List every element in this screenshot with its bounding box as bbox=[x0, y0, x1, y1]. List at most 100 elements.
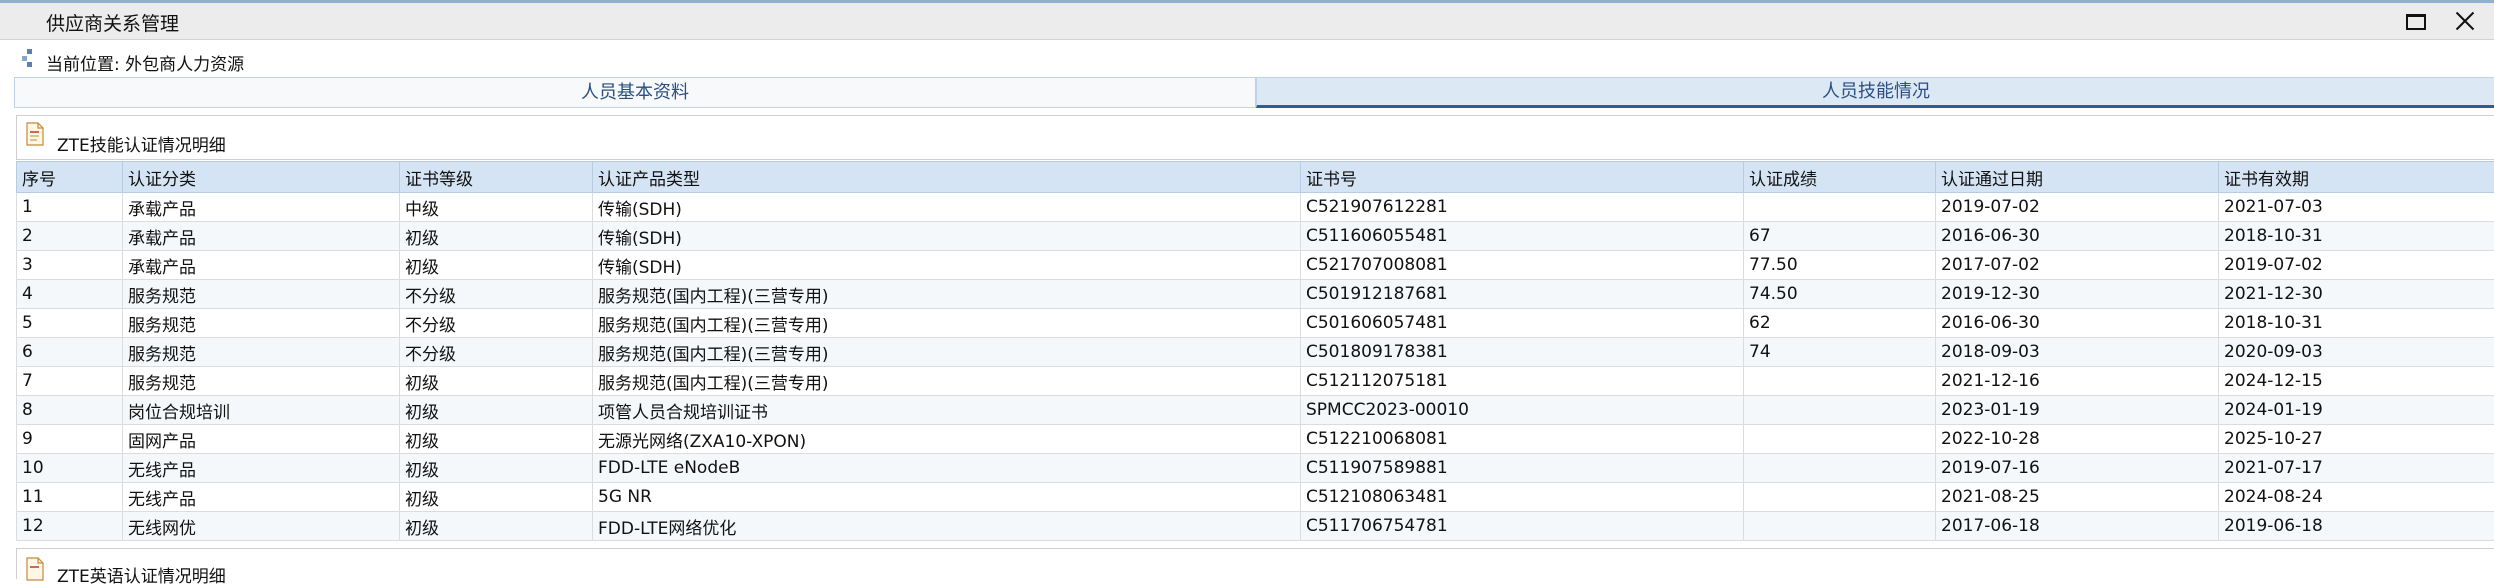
section-header-english-cert: ZTE英语认证情况明细 bbox=[16, 548, 2494, 579]
section-title: ZTE技能认证情况明细 bbox=[57, 131, 226, 156]
table-row[interactable]: 2承载产品初级传输(SDH)C511606055481672016-06-302… bbox=[17, 222, 2494, 251]
cell-cert-number: SPMCC2023-00010 bbox=[1301, 396, 1744, 425]
cell-pass-date: 2019-07-02 bbox=[1936, 193, 2219, 222]
cell-product-type: 服务规范(国内工程)(三营专用) bbox=[593, 309, 1301, 338]
cell-level: 初级 bbox=[400, 396, 593, 425]
cell-score bbox=[1744, 367, 1936, 396]
cell-category: 无线产品 bbox=[123, 483, 400, 512]
col-header-index[interactable]: 序号 bbox=[17, 162, 123, 193]
cell-product-type: FDD-LTE网络优化 bbox=[593, 512, 1301, 541]
cell-expiry: 2019-07-02 bbox=[2219, 251, 2494, 280]
cell-pass-date: 2016-06-30 bbox=[1936, 309, 2219, 338]
cell-category: 无线网优 bbox=[123, 512, 400, 541]
cell-level: 不分级 bbox=[400, 280, 593, 309]
table-row[interactable]: 3承载产品初级传输(SDH)C52170700808177.502017-07-… bbox=[17, 251, 2494, 280]
cell-index: 8 bbox=[17, 396, 123, 425]
col-header-cert-number[interactable]: 证书号 bbox=[1301, 162, 1744, 193]
cell-cert-number: C512210068081 bbox=[1301, 425, 1744, 454]
table-row[interactable]: 6服务规范不分级服务规范(国内工程)(三营专用)C501809178381742… bbox=[17, 338, 2494, 367]
col-header-product-type[interactable]: 认证产品类型 bbox=[593, 162, 1301, 193]
cell-product-type: 服务规范(国内工程)(三营专用) bbox=[593, 280, 1301, 309]
table-row[interactable]: 12无线网优初级FDD-LTE网络优化C5117067547812017-06-… bbox=[17, 512, 2494, 541]
cell-product-type: FDD-LTE eNodeB bbox=[593, 454, 1301, 483]
tab-basic-info[interactable]: 人员基本资料 bbox=[14, 77, 1256, 108]
cell-score: 74 bbox=[1744, 338, 1936, 367]
cell-index: 2 bbox=[17, 222, 123, 251]
table-row[interactable]: 5服务规范不分级服务规范(国内工程)(三营专用)C501606057481622… bbox=[17, 309, 2494, 338]
maximize-icon[interactable] bbox=[2400, 7, 2430, 35]
cell-expiry: 2024-01-19 bbox=[2219, 396, 2494, 425]
window-title: 供应商关系管理 bbox=[46, 9, 179, 36]
cell-level: 初级 bbox=[400, 483, 593, 512]
cell-product-type: 项管人员合规培训证书 bbox=[593, 396, 1301, 425]
col-header-level[interactable]: 证书等级 bbox=[400, 162, 593, 193]
cell-index: 11 bbox=[17, 483, 123, 512]
location-icon bbox=[22, 48, 36, 68]
cell-cert-number: C521907612281 bbox=[1301, 193, 1744, 222]
cell-score bbox=[1744, 483, 1936, 512]
cell-pass-date: 2023-01-19 bbox=[1936, 396, 2219, 425]
table-body: 1承载产品中级传输(SDH)C5219076122812019-07-02202… bbox=[17, 193, 2494, 541]
cell-index: 10 bbox=[17, 454, 123, 483]
cell-expiry: 2019-06-18 bbox=[2219, 512, 2494, 541]
col-header-category[interactable]: 认证分类 bbox=[123, 162, 400, 193]
cell-cert-number: C511606055481 bbox=[1301, 222, 1744, 251]
cell-index: 12 bbox=[17, 512, 123, 541]
cell-expiry: 2018-10-31 bbox=[2219, 222, 2494, 251]
cell-pass-date: 2019-12-30 bbox=[1936, 280, 2219, 309]
cell-score: 62 bbox=[1744, 309, 1936, 338]
cell-product-type: 服务规范(国内工程)(三营专用) bbox=[593, 338, 1301, 367]
cell-level: 初级 bbox=[400, 454, 593, 483]
cell-cert-number: C511706754781 bbox=[1301, 512, 1744, 541]
cell-pass-date: 2017-07-02 bbox=[1936, 251, 2219, 280]
cell-product-type: 服务规范(国内工程)(三营专用) bbox=[593, 367, 1301, 396]
section-header-skill-cert: ZTE技能认证情况明细 bbox=[16, 115, 2494, 160]
cell-category: 承载产品 bbox=[123, 193, 400, 222]
cell-category: 服务规范 bbox=[123, 280, 400, 309]
col-header-score[interactable]: 认证成绩 bbox=[1744, 162, 1936, 193]
cell-cert-number: C501606057481 bbox=[1301, 309, 1744, 338]
table-row[interactable]: 10无线产品初级FDD-LTE eNodeBC5119075898812019-… bbox=[17, 454, 2494, 483]
cell-cert-number: C501809178381 bbox=[1301, 338, 1744, 367]
cell-category: 固网产品 bbox=[123, 425, 400, 454]
cell-level: 初级 bbox=[400, 367, 593, 396]
cell-product-type: 传输(SDH) bbox=[593, 193, 1301, 222]
table-row[interactable]: 9固网产品初级无源光网络(ZXA10-XPON)C512210068081202… bbox=[17, 425, 2494, 454]
table-row[interactable]: 8岗位合规培训初级项管人员合规培训证书SPMCC2023-000102023-0… bbox=[17, 396, 2494, 425]
tab-skills[interactable]: 人员技能情况 bbox=[1256, 77, 2494, 108]
table-row[interactable]: 11无线产品初级5G NRC5121080634812021-08-252024… bbox=[17, 483, 2494, 512]
cell-level: 初级 bbox=[400, 251, 593, 280]
cell-category: 承载产品 bbox=[123, 251, 400, 280]
col-header-pass-date[interactable]: 认证通过日期 bbox=[1936, 162, 2219, 193]
breadcrumb-text: 当前位置: 外包商人力资源 bbox=[46, 50, 244, 75]
skill-cert-table: 序号 认证分类 证书等级 认证产品类型 证书号 认证成绩 认证通过日期 证书有效… bbox=[16, 161, 2494, 541]
table-row[interactable]: 1承载产品中级传输(SDH)C5219076122812019-07-02202… bbox=[17, 193, 2494, 222]
cell-category: 服务规范 bbox=[123, 367, 400, 396]
cell-pass-date: 2022-10-28 bbox=[1936, 425, 2219, 454]
cell-score: 77.50 bbox=[1744, 251, 1936, 280]
close-icon[interactable] bbox=[2450, 7, 2480, 35]
cell-category: 服务规范 bbox=[123, 309, 400, 338]
cell-score: 67 bbox=[1744, 222, 1936, 251]
table-header-row: 序号 认证分类 证书等级 认证产品类型 证书号 认证成绩 认证通过日期 证书有效… bbox=[17, 162, 2494, 193]
cell-product-type: 无源光网络(ZXA10-XPON) bbox=[593, 425, 1301, 454]
cell-pass-date: 2017-06-18 bbox=[1936, 512, 2219, 541]
document-icon bbox=[25, 122, 45, 146]
cell-expiry: 2021-07-03 bbox=[2219, 193, 2494, 222]
cell-index: 5 bbox=[17, 309, 123, 338]
cell-score bbox=[1744, 396, 1936, 425]
cell-category: 承载产品 bbox=[123, 222, 400, 251]
cell-pass-date: 2018-09-03 bbox=[1936, 338, 2219, 367]
table-row[interactable]: 7服务规范初级服务规范(国内工程)(三营专用)C5121120751812021… bbox=[17, 367, 2494, 396]
cell-cert-number: C512112075181 bbox=[1301, 367, 1744, 396]
cell-index: 3 bbox=[17, 251, 123, 280]
col-header-expiry[interactable]: 证书有效期 bbox=[2219, 162, 2494, 193]
cell-expiry: 2024-12-15 bbox=[2219, 367, 2494, 396]
cell-cert-number: C501912187681 bbox=[1301, 280, 1744, 309]
table-row[interactable]: 4服务规范不分级服务规范(国内工程)(三营专用)C50191218768174.… bbox=[17, 280, 2494, 309]
cell-index: 9 bbox=[17, 425, 123, 454]
cell-level: 不分级 bbox=[400, 338, 593, 367]
cell-cert-number: C512108063481 bbox=[1301, 483, 1744, 512]
breadcrumb-label: 当前位置: bbox=[46, 55, 120, 75]
cell-expiry: 2025-10-27 bbox=[2219, 425, 2494, 454]
